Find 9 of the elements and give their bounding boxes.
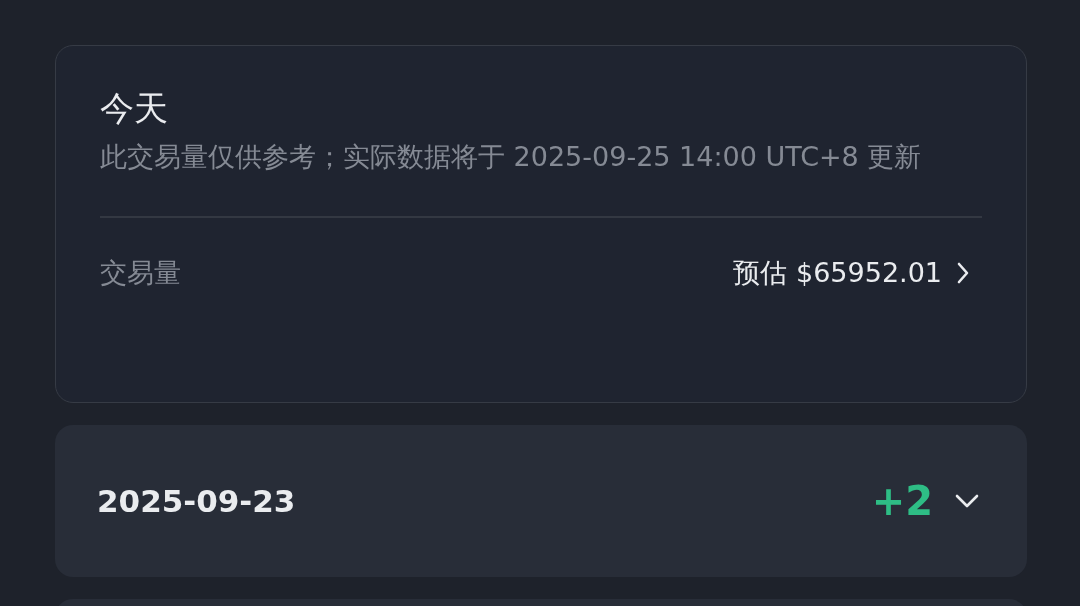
chevron-down-icon[interactable] [955, 494, 979, 508]
update-note: 此交易量仅供参考；实际数据将于 2025-09-25 14:00 UTC+8 更新 [100, 140, 923, 175]
volume-value: 预估 $65952.01 [733, 256, 942, 291]
card-title: 今天 [100, 90, 169, 128]
chevron-right-icon[interactable] [956, 261, 970, 286]
day-card[interactable]: 2025-09-23 +2 [55, 425, 1027, 577]
change-count: +2 [871, 477, 933, 526]
volume-label: 交易量 [100, 256, 181, 291]
date-label: 2025-09-23 [97, 481, 296, 521]
